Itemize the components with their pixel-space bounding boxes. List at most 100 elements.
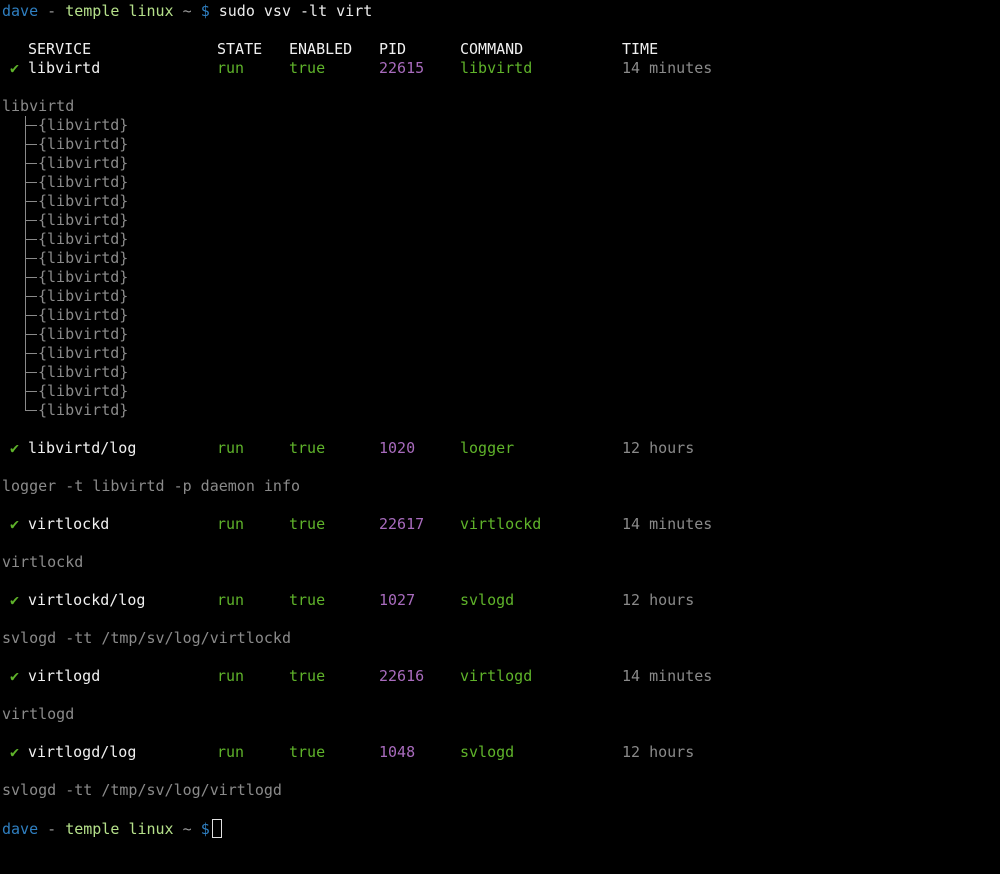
service-state: run	[217, 667, 245, 685]
entered-command: sudo vsv -lt virt	[218, 2, 373, 20]
text-cursor[interactable]	[211, 819, 222, 838]
table-row: ✔ virtlogd run true 22616 virtlogd 14 minutes	[2, 667, 998, 686]
process-tree-item: {libvirtd}	[2, 116, 998, 135]
service-command: svlogd	[460, 743, 515, 761]
tree-label: {libvirtd}	[38, 344, 129, 362]
service-name: virtlockd/log	[28, 591, 146, 609]
service-detail: svlogd -tt /tmp/sv/log/virtlogd	[2, 781, 282, 799]
header-state: STATE	[217, 40, 263, 58]
tree-label: {libvirtd}	[38, 116, 129, 134]
process-tree-item: {libvirtd}	[2, 249, 998, 268]
service-command: virtlockd	[460, 515, 542, 533]
header-time: TIME	[622, 40, 659, 58]
service-detail: libvirtd	[2, 97, 75, 115]
prompt-os: linux	[128, 2, 174, 20]
service-pid: 1020	[379, 439, 416, 457]
terminal-window: dave - temple linux ~ $ sudo vsv -lt vir…	[2, 2, 998, 838]
tree-label: {libvirtd}	[38, 325, 129, 343]
header-command: COMMAND	[460, 40, 524, 58]
prompt-host: temple	[65, 2, 120, 20]
prompt-separator: -	[38, 820, 66, 838]
service-name: virtlogd/log	[28, 743, 137, 761]
service-name: libvirtd/log	[28, 439, 137, 457]
service-command: svlogd	[460, 591, 515, 609]
tree-branch-icon	[25, 363, 37, 382]
table-header: SERVICE STATE ENABLED PID COMMAND TIME	[2, 40, 998, 59]
tree-label: {libvirtd}	[38, 363, 129, 381]
process-tree-item: {libvirtd}	[2, 135, 998, 154]
process-tree-item: {libvirtd}	[2, 192, 998, 211]
service-pid: 1048	[379, 743, 416, 761]
service-enabled: true	[289, 439, 326, 457]
service-pid: 22617	[379, 515, 425, 533]
service-enabled: true	[289, 667, 326, 685]
tree-label: {libvirtd}	[38, 173, 129, 191]
check-icon: ✔	[10, 515, 20, 533]
tree-branch-icon	[25, 192, 37, 211]
tree-branch-icon	[25, 306, 37, 325]
table-row: ✔ virtlogd/log run true 1048 svlogd 12 hours	[2, 743, 998, 762]
tree-branch-icon	[25, 173, 37, 192]
service-state: run	[217, 515, 245, 533]
service-command: logger	[460, 439, 515, 457]
service-name: libvirtd	[28, 59, 101, 77]
service-name: virtlockd	[28, 515, 110, 533]
service-detail: virtlockd	[2, 553, 84, 571]
tree-label: {libvirtd}	[38, 382, 129, 400]
header-enabled: ENABLED	[289, 40, 353, 58]
prompt-path: ~	[182, 820, 192, 838]
process-tree-item: {libvirtd}	[2, 401, 998, 420]
check-icon: ✔	[10, 591, 20, 609]
tree-branch-icon	[25, 401, 37, 420]
process-tree-item: {libvirtd}	[2, 268, 998, 287]
process-tree-item: {libvirtd}	[2, 344, 998, 363]
tree-label: {libvirtd}	[38, 306, 129, 324]
tree-branch-icon	[25, 287, 37, 306]
service-state: run	[217, 59, 245, 77]
tree-label: {libvirtd}	[38, 135, 129, 153]
prompt-host: temple	[65, 820, 120, 838]
service-time: 14 minutes	[622, 59, 713, 77]
tree-branch-icon	[25, 211, 37, 230]
tree-label: {libvirtd}	[38, 154, 129, 172]
process-tree-item: {libvirtd}	[2, 306, 998, 325]
service-time: 12 hours	[622, 439, 695, 457]
tree-label: {libvirtd}	[38, 401, 129, 419]
service-enabled: true	[289, 59, 326, 77]
process-tree-item: {libvirtd}	[2, 230, 998, 249]
process-tree-item: {libvirtd}	[2, 325, 998, 344]
service-name: virtlogd	[28, 667, 101, 685]
tree-branch-icon	[25, 230, 37, 249]
service-detail: svlogd -tt /tmp/sv/log/virtlockd	[2, 629, 291, 647]
service-pid: 22615	[379, 59, 425, 77]
check-icon: ✔	[10, 59, 20, 77]
tree-label: {libvirtd}	[38, 211, 129, 229]
service-state: run	[217, 439, 245, 457]
check-icon: ✔	[10, 667, 20, 685]
table-row: ✔ virtlockd/log run true 1027 svlogd 12 hours	[2, 591, 998, 610]
tree-branch-icon	[25, 135, 37, 154]
tree-branch-icon	[25, 249, 37, 268]
tree-branch-icon	[25, 268, 37, 287]
service-state: run	[217, 591, 245, 609]
process-tree-item: {libvirtd}	[2, 154, 998, 173]
check-icon: ✔	[10, 743, 20, 761]
tree-label: {libvirtd}	[38, 268, 129, 286]
process-tree-item: {libvirtd}	[2, 173, 998, 192]
prompt-user: dave	[2, 820, 39, 838]
prompt-line[interactable]: dave - temple linux ~ $	[2, 819, 998, 838]
prompt-path: ~	[182, 2, 192, 20]
process-tree-item: {libvirtd}	[2, 287, 998, 306]
prompt-separator: -	[38, 2, 66, 20]
tree-branch-icon	[25, 154, 37, 173]
service-time: 14 minutes	[622, 667, 713, 685]
process-tree-item: {libvirtd}	[2, 211, 998, 230]
tree-label: {libvirtd}	[38, 230, 129, 248]
tree-label: {libvirtd}	[38, 287, 129, 305]
service-time: 12 hours	[622, 743, 695, 761]
service-detail: virtlogd	[2, 705, 75, 723]
header-pid: PID	[379, 40, 407, 58]
header-service: SERVICE	[28, 40, 92, 58]
command-line: dave - temple linux ~ $ sudo vsv -lt vir…	[2, 2, 998, 21]
prompt-symbol: $	[200, 820, 210, 838]
